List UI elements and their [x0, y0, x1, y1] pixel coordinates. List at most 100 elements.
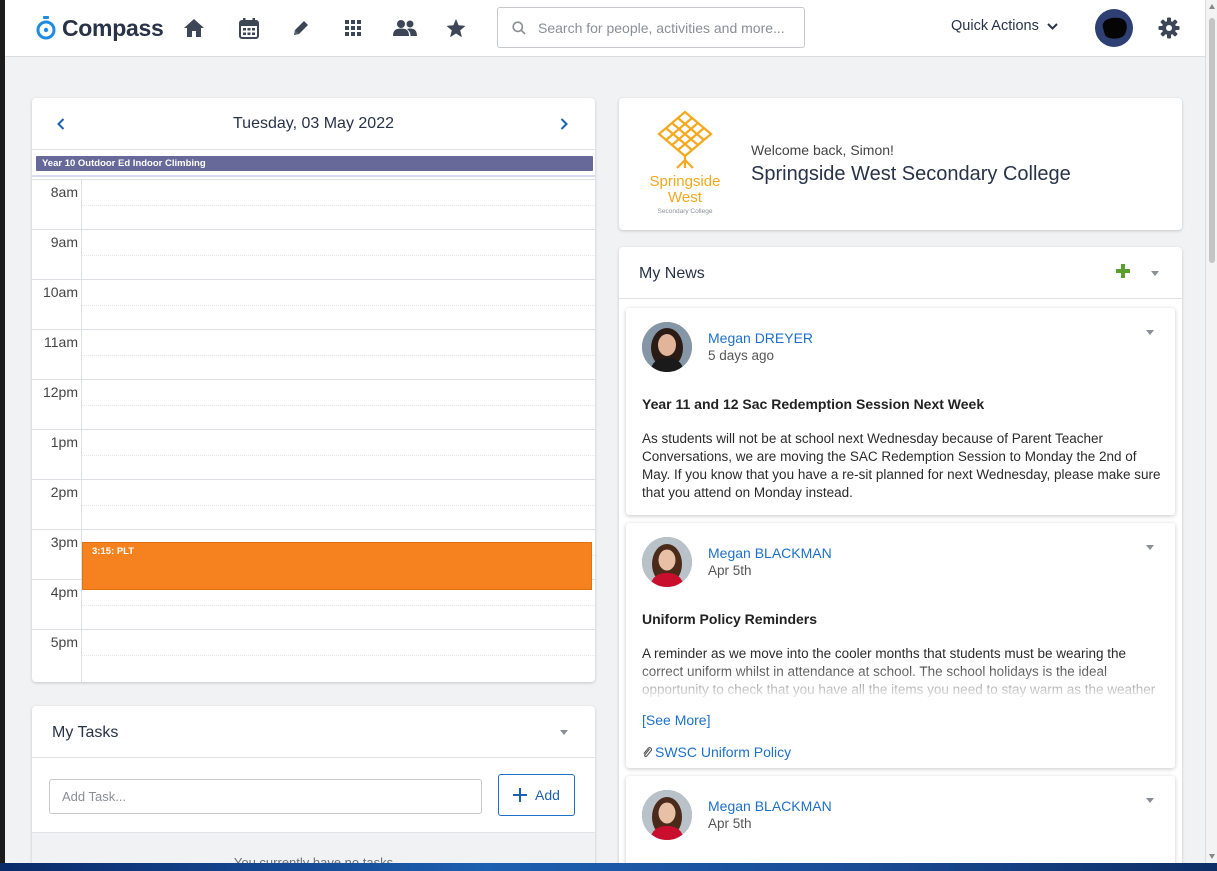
news-time: Apr 5th [708, 563, 752, 578]
news-item-menu-caret-icon[interactable] [1146, 545, 1154, 550]
news-time: 5 days ago [708, 348, 775, 363]
apps-grid-icon[interactable] [341, 16, 365, 40]
news-item-menu-caret-icon[interactable] [1146, 798, 1154, 803]
plus-icon [513, 788, 528, 802]
quick-actions-menu[interactable]: Quick Actions [951, 18, 1058, 34]
day-calendar-panel: Tuesday, 03 May 2022 Year 10 Outdoor Ed … [32, 98, 595, 682]
half-hour-line [82, 505, 595, 506]
compass-logo-icon [36, 16, 56, 40]
news-author-link[interactable]: Megan BLACKMAN [708, 798, 832, 814]
attachment-label: SWSC Uniform Policy [655, 744, 792, 760]
quick-actions-label: Quick Actions [951, 18, 1039, 34]
calendar-event[interactable]: 3:15: PLT [82, 542, 592, 590]
next-day-chevron-icon[interactable] [554, 114, 574, 134]
hour-row: 9am [32, 229, 595, 279]
attachment-link[interactable]: SWSC Uniform Policy [642, 744, 791, 760]
author-avatar [642, 790, 692, 840]
my-tasks-panel: My Tasks Add You currently have no tasks [32, 706, 595, 863]
news-time: Apr 5th [708, 816, 752, 831]
compass-logo[interactable]: Compass [36, 14, 164, 42]
compass-logo-text: Compass [62, 14, 164, 41]
hour-row: 2pm [32, 479, 595, 529]
calendar-date-label: Tuesday, 03 May 2022 [233, 115, 394, 132]
news-title: My News [639, 265, 705, 282]
scroll-down-arrow-icon[interactable] [1209, 854, 1215, 859]
people-icon[interactable] [393, 16, 417, 40]
hour-label: 4pm [50, 584, 78, 600]
half-hour-line [82, 455, 595, 456]
search-box[interactable] [497, 7, 805, 48]
school-name: Springside West Secondary College [751, 163, 1071, 185]
add-task-button[interactable]: Add [498, 774, 575, 816]
hour-label: 10am [42, 284, 78, 300]
hour-label: 2pm [50, 484, 78, 500]
chevron-down-icon [1047, 22, 1058, 30]
user-avatar[interactable] [1095, 9, 1133, 47]
see-more-link[interactable]: [See More] [642, 712, 710, 728]
news-collapse-caret-icon[interactable] [1151, 271, 1159, 276]
star-icon[interactable] [444, 16, 468, 40]
calendar-time-grid: 8am 9am 10am 11am 12pm 1pm 2pm 3pm 4pm 5… [32, 179, 595, 682]
news-heading: Year 11 and 12 Sac Redemption Session Ne… [642, 396, 985, 412]
half-hour-line [82, 255, 595, 256]
half-hour-line [82, 205, 595, 206]
add-task-input[interactable] [49, 779, 482, 814]
os-taskbar-edge [0, 863, 1217, 871]
tasks-collapse-caret-icon[interactable] [560, 730, 568, 735]
settings-gear-icon[interactable] [1158, 17, 1180, 44]
home-icon[interactable] [182, 16, 206, 40]
all-day-event[interactable]: Year 10 Outdoor Ed Indoor Climbing [36, 156, 593, 171]
news-item-menu-caret-icon[interactable] [1146, 330, 1154, 335]
search-icon [512, 20, 526, 35]
time-column-divider [81, 179, 82, 682]
search-input[interactable] [538, 19, 788, 36]
tasks-empty-text: You currently have no tasks [233, 855, 394, 863]
app-viewport: Compass Quick Actions [5, 0, 1205, 863]
scrollbar-thumb[interactable] [1209, 18, 1215, 263]
hour-row: 11am [32, 329, 595, 379]
half-hour-line [82, 655, 595, 656]
half-hour-line [82, 605, 595, 606]
pencil-icon[interactable] [289, 16, 313, 40]
hour-label: 12pm [42, 384, 78, 400]
school-logo: Springside West Secondary College [641, 110, 729, 218]
half-hour-line [82, 405, 595, 406]
add-task-label: Add [535, 787, 560, 803]
scroll-up-arrow-icon[interactable] [1209, 4, 1215, 9]
hour-label: 11am [44, 334, 78, 350]
hour-label: 9am [50, 234, 78, 250]
news-item: Megan BLACKMAN Apr 5th Uniform Policy Re… [626, 523, 1175, 768]
all-day-divider [32, 175, 595, 177]
author-avatar [642, 537, 692, 587]
paperclip-icon [643, 747, 652, 757]
hour-row: 5pm [32, 629, 595, 679]
hour-row: 8am [32, 179, 595, 229]
hour-row: 10am [32, 279, 595, 329]
news-heading: Uniform Policy Reminders [642, 611, 818, 627]
welcome-greeting: Welcome back, Simon! [751, 142, 894, 158]
tasks-header: My Tasks [32, 706, 595, 758]
half-hour-line [82, 355, 595, 356]
logo-text-line1: Springside [650, 173, 721, 190]
half-hour-line [82, 305, 595, 306]
hour-label: 3pm [50, 534, 78, 550]
hour-label: 1pm [50, 434, 78, 450]
calendar-icon[interactable] [237, 16, 261, 40]
top-navigation: Compass Quick Actions [5, 0, 1205, 57]
news-author-link[interactable]: Megan DREYER [708, 330, 813, 346]
news-item: Megan DREYER 5 days ago Year 11 and 12 S… [626, 308, 1175, 515]
hour-label: 8am [50, 184, 78, 200]
logo-text-line3: Secondary College [658, 208, 713, 215]
logo-text-line2: West [668, 189, 703, 206]
news-body-fade [626, 661, 1175, 701]
hour-label: 5pm [50, 634, 78, 650]
add-news-plus-icon[interactable] [1116, 264, 1130, 283]
tasks-empty-area: You currently have no tasks [32, 832, 595, 863]
welcome-panel: Springside West Secondary College Welcom… [619, 98, 1182, 230]
news-author-link[interactable]: Megan BLACKMAN [708, 545, 832, 561]
news-header: My News [619, 247, 1182, 299]
hour-row: 1pm [32, 429, 595, 479]
my-news-panel: My News Megan DREYER 5 days ago Year 11 … [619, 247, 1182, 863]
news-item: Megan BLACKMAN Apr 5th [626, 776, 1175, 863]
page-scrollbar[interactable] [1205, 0, 1217, 863]
